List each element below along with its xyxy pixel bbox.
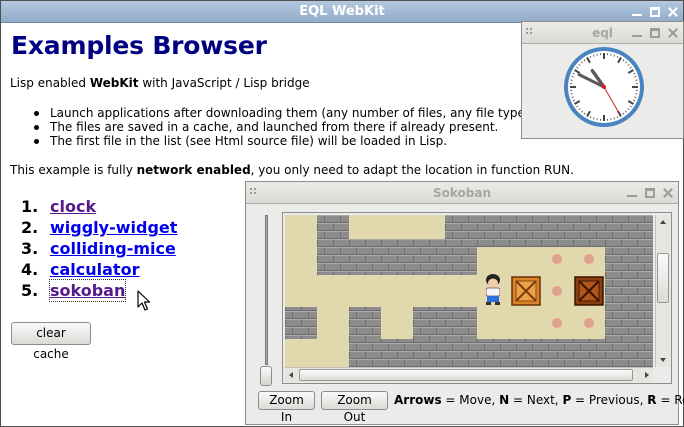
level-slider[interactable]	[258, 213, 274, 386]
wall	[605, 247, 653, 367]
crate-box	[511, 276, 541, 306]
scroll-up-icon[interactable]	[660, 220, 666, 224]
app-link-wiggly-widget[interactable]: wiggly-widget	[50, 217, 177, 238]
list-item: Launch applications after downloading th…	[34, 106, 533, 120]
game-view	[282, 212, 672, 384]
page-title: Examples Browser	[11, 31, 267, 60]
scroll-right-icon[interactable]	[645, 372, 649, 378]
zoom-in-button[interactable]: Zoom In	[258, 391, 315, 424]
crate-on-goal	[574, 276, 604, 306]
window-title: Sokoban	[432, 186, 492, 200]
vertical-scrollbar[interactable]	[655, 215, 670, 367]
minimize-icon[interactable]	[624, 185, 640, 201]
maximize-icon[interactable]	[647, 25, 663, 41]
goal-spot	[584, 318, 594, 328]
clock-window: eql	[521, 21, 684, 139]
close-icon[interactable]	[665, 25, 681, 41]
sokoban-titlebar[interactable]: Sokoban	[246, 182, 678, 204]
scroll-thumb[interactable]	[299, 369, 633, 381]
scroll-thumb[interactable]	[657, 253, 669, 303]
window-title: EQL WebKit	[299, 4, 385, 19]
list-item: The first file in the list (see Html sou…	[34, 134, 533, 148]
network-text: This example is fully network enabled, y…	[10, 163, 574, 177]
goal-spot	[552, 318, 562, 328]
scroll-left-icon[interactable]	[289, 372, 293, 378]
sokoban-board	[285, 215, 653, 367]
list-item: 3. colliding-mice	[21, 238, 176, 259]
slider-track	[265, 215, 268, 365]
horizontal-scrollbar[interactable]	[285, 367, 653, 382]
clock-center	[602, 85, 606, 89]
close-icon[interactable]	[665, 4, 681, 20]
app-link-colliding-mice[interactable]: colliding-mice	[50, 238, 176, 259]
main-titlebar[interactable]: EQL WebKit	[1, 1, 683, 23]
wall	[317, 215, 349, 247]
wall	[349, 307, 381, 367]
app-list: 1. clock 2. wiggly-widget 3. colliding-mice…	[21, 196, 178, 302]
wall	[285, 307, 317, 339]
clear-cache-button[interactable]: clear cache	[11, 322, 91, 361]
list-item: The files are saved in a cache, and laun…	[34, 120, 533, 134]
wall	[381, 339, 413, 367]
wall	[477, 339, 605, 367]
wall	[445, 215, 653, 247]
sokoban-window: Sokoban Zoom In Zoom Out Arrows = Move, …	[245, 181, 684, 425]
wall	[349, 239, 445, 247]
app-link-calculator[interactable]: calculator	[50, 259, 139, 280]
list-item: 2. wiggly-widget	[21, 217, 178, 238]
list-item: 4. calculator	[21, 259, 140, 280]
mouse-pointer-icon	[137, 290, 151, 311]
sokoban-body: Zoom In Zoom Out Arrows = Move, N = Next…	[246, 204, 684, 424]
maximize-icon[interactable]	[647, 4, 663, 20]
goal-spot	[584, 254, 594, 264]
feature-list: Launch applications after downloading th…	[34, 106, 533, 148]
scroll-down-icon[interactable]	[660, 358, 666, 362]
app-link-sokoban[interactable]: sokoban	[48, 279, 127, 302]
goal-spot	[552, 286, 562, 296]
minimize-icon[interactable]	[629, 25, 645, 41]
intro-text: Lisp enabled WebKit with JavaScript / Li…	[10, 76, 310, 90]
maximize-icon[interactable]	[642, 185, 658, 201]
list-item: 1. clock	[21, 196, 97, 217]
keyboard-help: Arrows = Move, N = Next, P = Previous, R…	[394, 393, 684, 407]
wall	[413, 307, 477, 367]
wall	[317, 247, 477, 275]
list-item: 5. sokoban	[21, 279, 127, 302]
goal-spot	[552, 254, 562, 264]
analog-clock	[564, 47, 644, 127]
slider-handle[interactable]	[260, 366, 272, 386]
minimize-icon[interactable]	[629, 4, 645, 20]
close-icon[interactable]	[660, 185, 676, 201]
clock-titlebar[interactable]: eql	[522, 22, 683, 44]
app-link-clock[interactable]: clock	[50, 196, 96, 217]
zoom-out-button[interactable]: Zoom Out	[321, 391, 388, 424]
clock-view	[522, 44, 683, 138]
